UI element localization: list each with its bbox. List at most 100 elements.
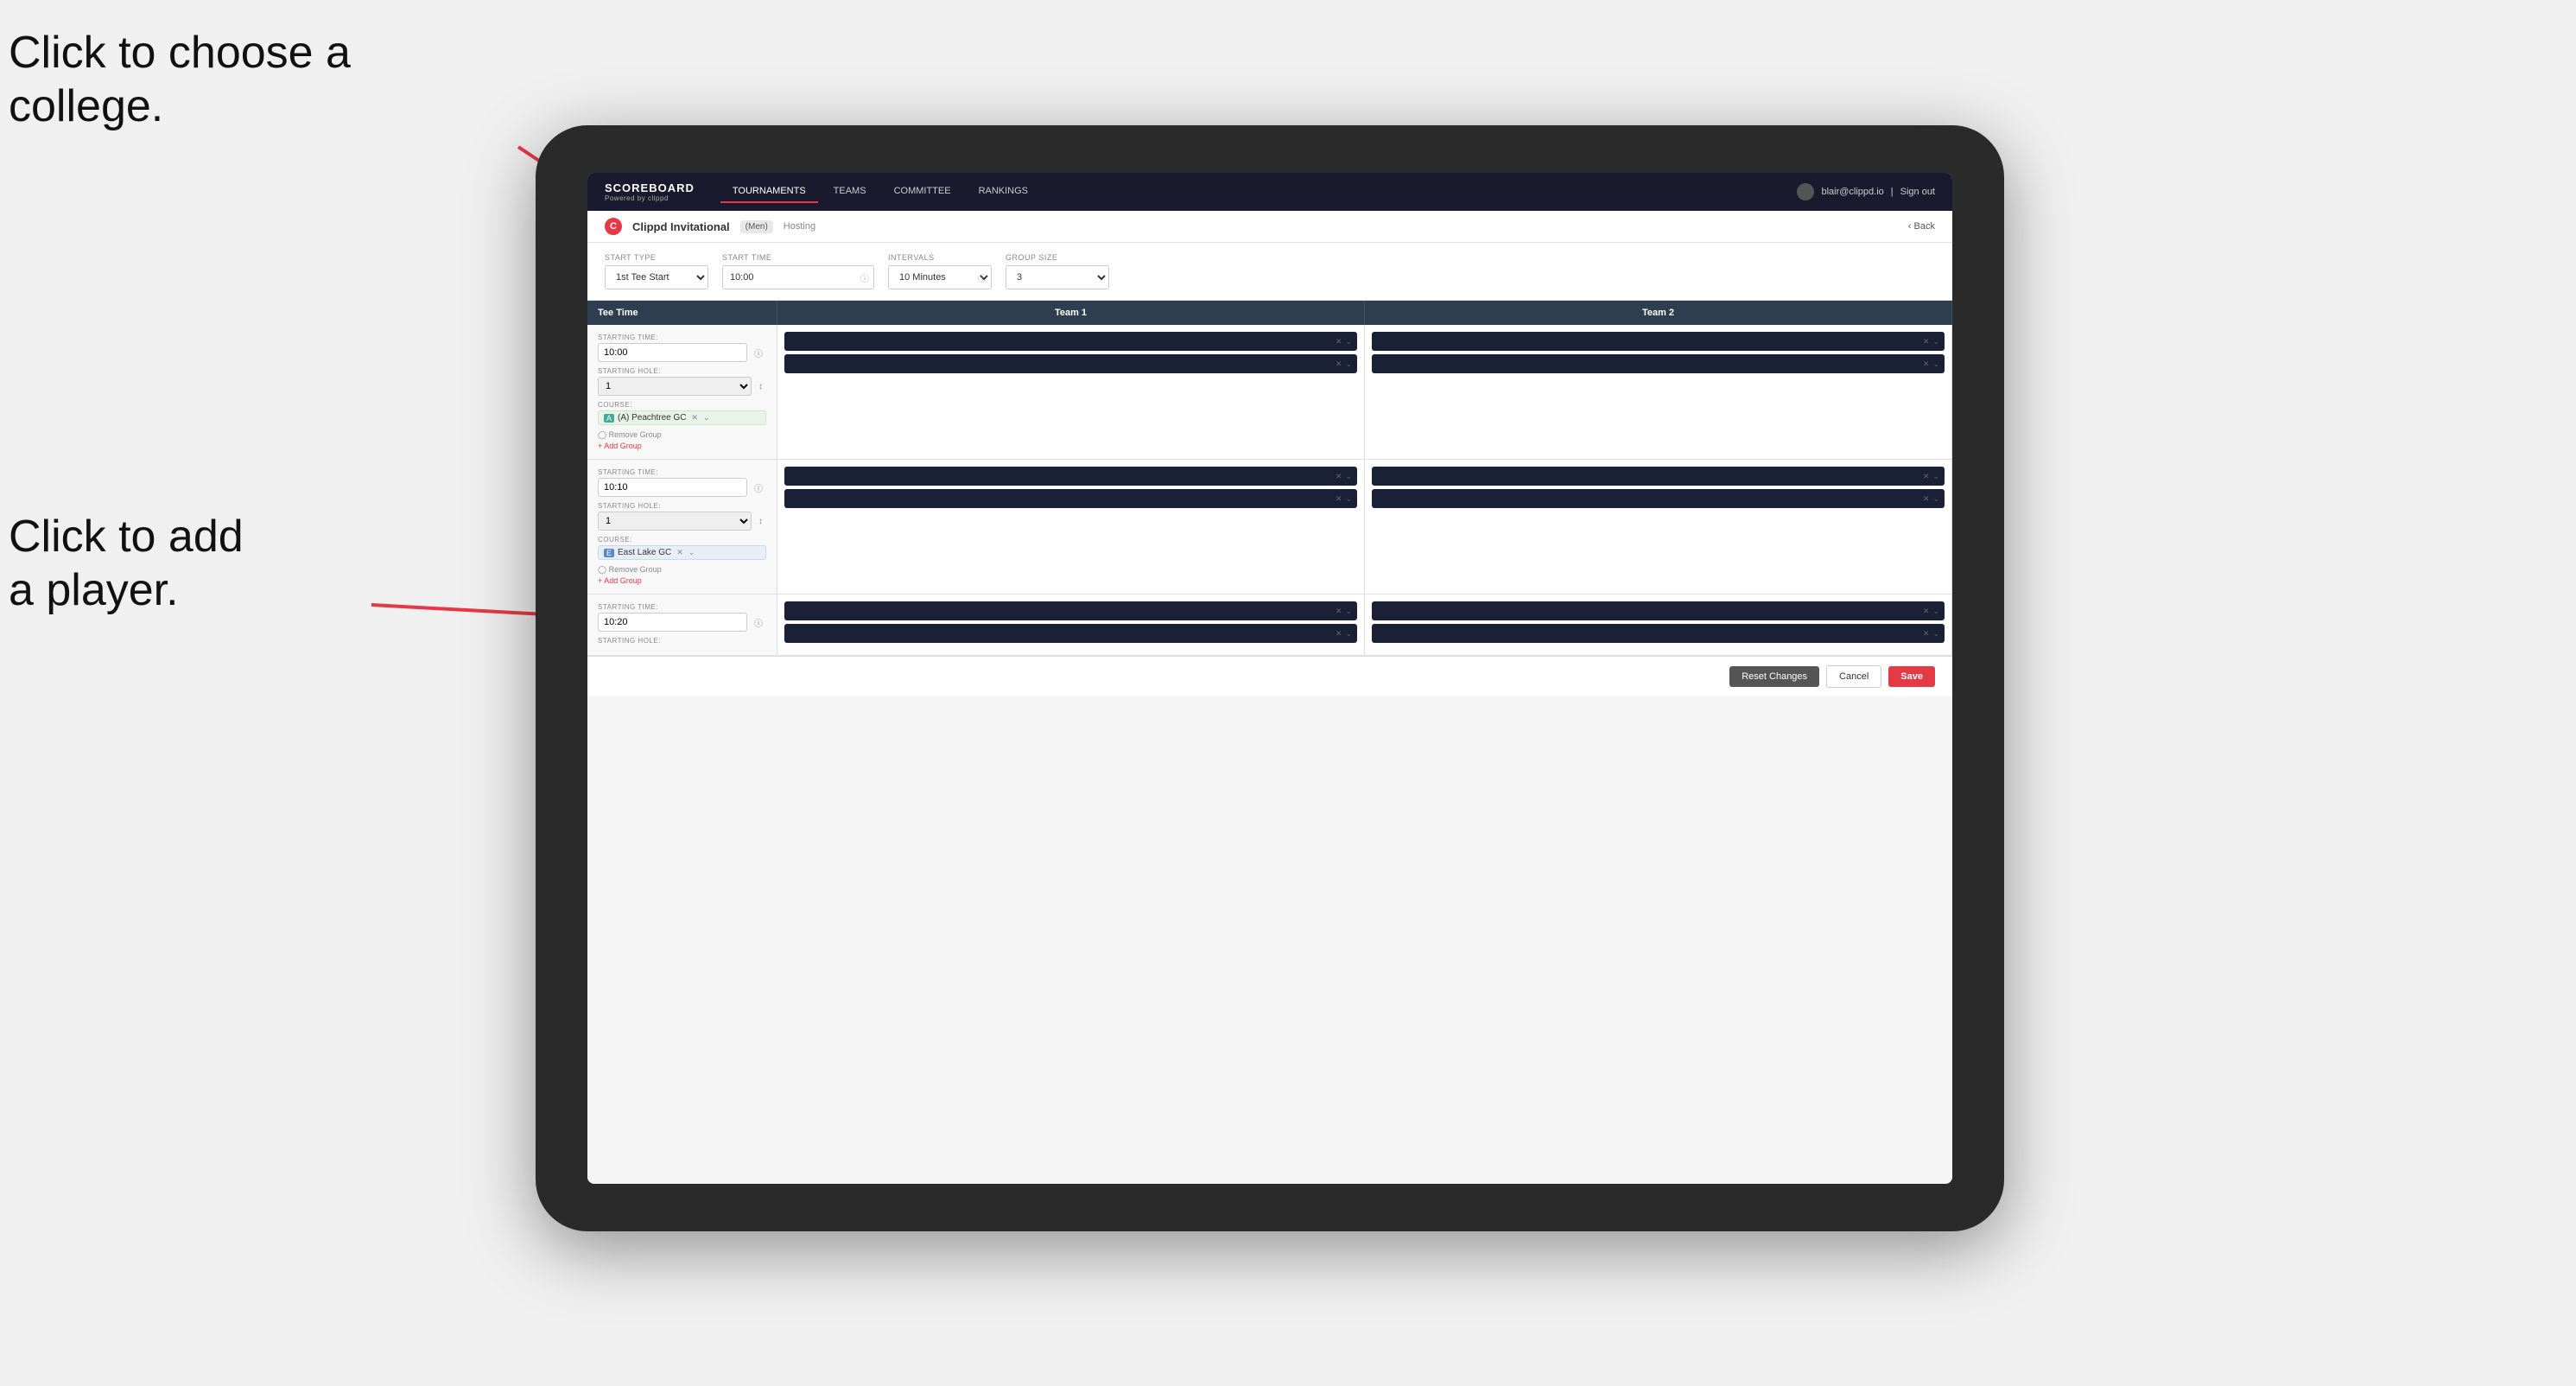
ann1-line1: Click to choose a	[9, 28, 351, 78]
course-row-1: A (A) Peachtree GC ✕ ⌄	[598, 410, 766, 425]
p2-chevron-icon: ⌄	[1345, 472, 1352, 481]
course-chevron-2[interactable]: ⌄	[688, 548, 695, 557]
t2-chevron-icon-2: ⌄	[1932, 359, 1939, 369]
left-panel-2: STARTING TIME: ⓘ STARTING HOLE: 1 ↕	[587, 460, 777, 594]
header-team1: Team 1	[777, 301, 1365, 325]
course-letter-1: A	[604, 414, 614, 423]
course-label-1: COURSE:	[598, 401, 766, 409]
user-email: blair@clippd.io	[1821, 187, 1883, 197]
add-group-2[interactable]: + Add Group	[598, 576, 766, 585]
t2-x-icon-2: ✕	[1923, 359, 1930, 369]
course-name-2: East Lake GC	[618, 548, 671, 557]
top-nav: SCOREBOARD Powered by clippd TOURNAMENTS…	[587, 173, 1952, 211]
add-group-1[interactable]: + Add Group	[598, 442, 766, 450]
group-size-select[interactable]: 3	[1006, 265, 1109, 289]
header-tee-time: Tee Time	[587, 301, 777, 325]
team2-player-row-3-2[interactable]: ✕ ⌄	[1372, 624, 1945, 643]
player-row-2-2[interactable]: ✕ ⌄	[784, 489, 1357, 508]
team2-player-row-3-1[interactable]: ✕ ⌄	[1372, 601, 1945, 620]
team1-cell-2: ✕ ⌄ ✕ ⌄	[777, 460, 1365, 594]
start-time-input[interactable]	[722, 265, 874, 289]
pipe-separator: |	[1891, 187, 1894, 197]
course-name-1: (A) Peachtree GC	[618, 413, 686, 423]
start-type-select[interactable]: 1st Tee Start	[605, 265, 708, 289]
player-row-icons-1-1: ✕ ⌄	[1336, 337, 1352, 346]
player-chevron-icon-2: ⌄	[1345, 359, 1352, 369]
course-letter-2: E	[604, 549, 614, 557]
remove-group-1[interactable]: ◯ Remove Group	[598, 430, 766, 440]
start-time-label: Start Time	[722, 253, 874, 262]
annotation-college: Click to choose a college.	[9, 26, 351, 134]
time-icon-1: ⓘ	[751, 345, 766, 361]
controls-row: Start Type 1st Tee Start Start Time ⓘ In…	[587, 243, 1952, 301]
time-icon-3: ⓘ	[751, 614, 766, 631]
player-row-3-2[interactable]: ✕ ⌄	[784, 624, 1357, 643]
nav-item-teams[interactable]: TEAMS	[822, 181, 879, 203]
schedule-block-3: STARTING TIME: ⓘ STARTING HOLE: ✕ ⌄	[587, 594, 1952, 656]
starting-time-input-1[interactable]	[598, 343, 747, 362]
intervals-input-wrapper: 10 Minutes ⓘ	[888, 265, 992, 289]
course-tag-1[interactable]: A (A) Peachtree GC ✕ ⌄	[598, 410, 766, 425]
cancel-button[interactable]: Cancel	[1826, 665, 1881, 688]
intervals-select[interactable]: 10 Minutes	[888, 265, 992, 289]
starting-hole-select-2[interactable]: 1	[598, 512, 752, 531]
starting-time-input-2[interactable]	[598, 478, 747, 497]
clippd-logo: C	[605, 218, 622, 235]
nav-items: TOURNAMENTS TEAMS COMMITTEE RANKINGS	[720, 181, 1798, 203]
p3-chevron-icon: ⌄	[1345, 607, 1352, 616]
p2-x-icon: ✕	[1336, 472, 1342, 481]
intervals-group: Intervals 10 Minutes ⓘ	[888, 253, 992, 289]
player-row-3-1[interactable]: ✕ ⌄	[784, 601, 1357, 620]
starting-hole-select-1[interactable]: 1	[598, 377, 752, 396]
time-icon-2: ⓘ	[751, 480, 766, 496]
team1-cell-1: ✕ ⌄ ✕ ⌄	[777, 325, 1365, 459]
team2-cell-3: ✕ ⌄ ✕ ⌄	[1365, 594, 1952, 655]
starting-time-row-2: ⓘ	[598, 478, 766, 497]
tablet-screen: SCOREBOARD Powered by clippd TOURNAMENTS…	[587, 173, 1952, 1184]
remove-group-2[interactable]: ◯ Remove Group	[598, 565, 766, 575]
back-button[interactable]: ‹ Back	[1908, 221, 1935, 232]
schedule-rows: STARTING TIME: ⓘ STARTING HOLE: 1 ↕	[587, 325, 1952, 656]
player-chevron-icon: ⌄	[1345, 337, 1352, 346]
team2-player-row-1-1[interactable]: ✕ ⌄	[1372, 332, 1945, 351]
starting-hole-row-2: 1 ↕	[598, 512, 766, 531]
nav-right: blair@clippd.io | Sign out	[1797, 183, 1935, 200]
p2-x-icon-2: ✕	[1336, 494, 1342, 504]
ann2-line1: Click to add	[9, 512, 244, 562]
reset-button[interactable]: Reset Changes	[1729, 666, 1819, 687]
sub-header: C Clippd Invitational (Men) Hosting ‹ Ba…	[587, 211, 1952, 243]
info-icon: ⓘ	[978, 271, 987, 284]
nav-item-committee[interactable]: COMMITTEE	[882, 181, 963, 203]
starting-time-input-3[interactable]	[598, 613, 747, 632]
t22-x-icon-2: ✕	[1923, 494, 1930, 504]
player-row-icons-1-2: ✕ ⌄	[1336, 359, 1352, 369]
team2-player-row-2-1[interactable]: ✕ ⌄	[1372, 467, 1945, 486]
start-time-input-wrapper: ⓘ	[722, 265, 874, 289]
course-remove-1[interactable]: ✕	[692, 413, 699, 423]
course-row-2: E East Lake GC ✕ ⌄	[598, 545, 766, 560]
player-row-1-1[interactable]: ✕ ⌄	[784, 332, 1357, 351]
tablet-frame: SCOREBOARD Powered by clippd TOURNAMENTS…	[536, 125, 2004, 1231]
course-tag-2[interactable]: E East Lake GC ✕ ⌄	[598, 545, 766, 560]
course-remove-2[interactable]: ✕	[676, 548, 683, 557]
course-label-2: COURSE:	[598, 536, 766, 544]
player-row-2-1[interactable]: ✕ ⌄	[784, 467, 1357, 486]
player-row-1-2[interactable]: ✕ ⌄	[784, 354, 1357, 373]
starting-hole-label-1: STARTING HOLE:	[598, 367, 766, 375]
save-button[interactable]: Save	[1888, 666, 1935, 687]
schedule-block-2: STARTING TIME: ⓘ STARTING HOLE: 1 ↕	[587, 460, 1952, 594]
team2-player-row-1-2[interactable]: ✕ ⌄	[1372, 354, 1945, 373]
nav-item-tournaments[interactable]: TOURNAMENTS	[720, 181, 818, 203]
table-header: Tee Time Team 1 Team 2	[587, 301, 1952, 325]
team2-player-row-2-2[interactable]: ✕ ⌄	[1372, 489, 1945, 508]
team2-cell-1: ✕ ⌄ ✕ ⌄	[1365, 325, 1952, 459]
course-chevron-1[interactable]: ⌄	[703, 413, 710, 423]
main-content: Start Type 1st Tee Start Start Time ⓘ In…	[587, 243, 1952, 1184]
hole-arrows-1: ↕	[755, 380, 766, 393]
nav-item-rankings[interactable]: RANKINGS	[967, 181, 1040, 203]
sign-out-link[interactable]: Sign out	[1900, 187, 1935, 197]
t22-chevron-icon: ⌄	[1932, 472, 1939, 481]
schedule-block-1: STARTING TIME: ⓘ STARTING HOLE: 1 ↕	[587, 325, 1952, 460]
starting-hole-label-3: STARTING HOLE:	[598, 637, 766, 645]
t23-chevron-icon-2: ⌄	[1932, 629, 1939, 639]
